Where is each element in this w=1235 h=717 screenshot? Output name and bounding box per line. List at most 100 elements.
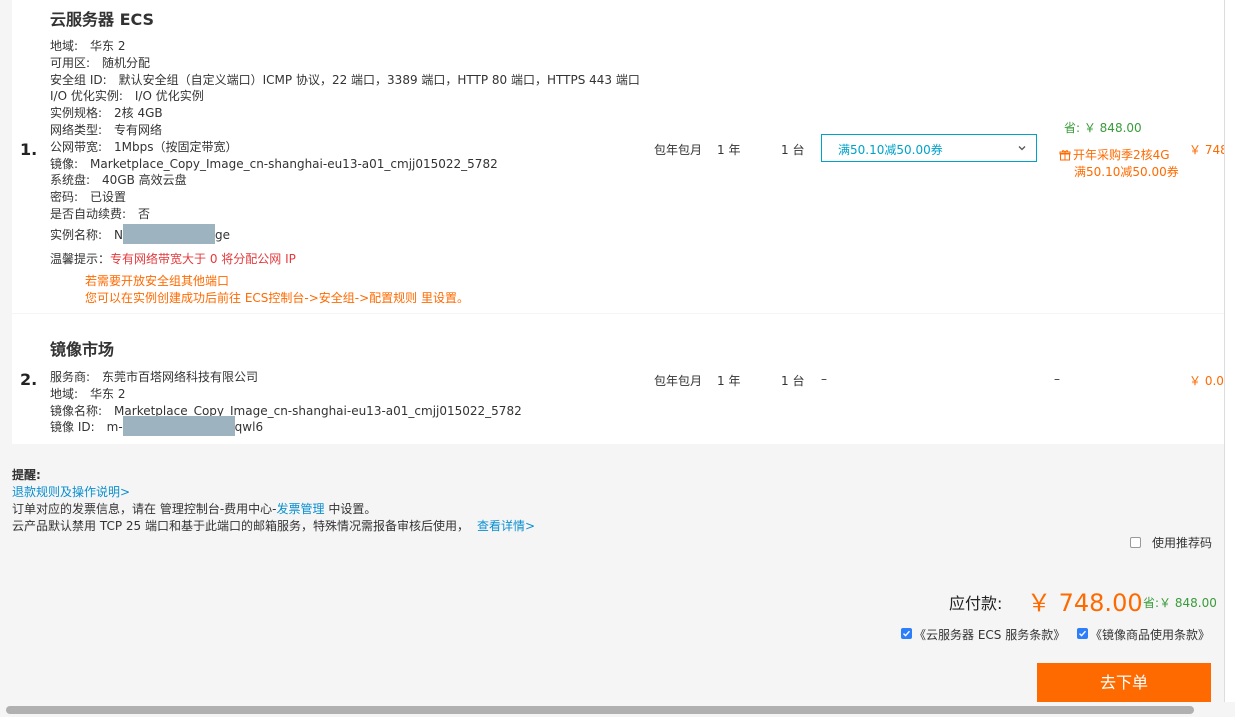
coupon-select-value: 满50.10减50.00券 (838, 143, 943, 157)
market-discount: – (1054, 372, 1060, 386)
tcp-row: 云产品默认禁用 TCP 25 端口和基于此端口的邮箱服务，特殊情况需报备审核后使… (12, 517, 535, 534)
provider-value: 东莞市百塔网络科技有限公司 (102, 370, 259, 384)
check-icon (1079, 630, 1087, 637)
market-spec-list: 服务商: 东莞市百塔网络科技有限公司 地域: 华东 2 镜像名称: Marketpla… (50, 369, 522, 437)
instance-name-label: 实例名称: (50, 228, 103, 242)
ecs-title: 云服务器 ECS (50, 10, 155, 29)
chevron-down-icon (1018, 146, 1026, 151)
invoice-row: 订单对应的发票信息，请在 管理控制台-费用中心-发票管理 中设置。 (12, 500, 376, 517)
image-id-row: 镜像 ID: m-qwl6 (50, 416, 522, 437)
ecs-quantity: 1 台 (781, 143, 805, 157)
promo-line1: 开年采购季2核4G (1059, 146, 1170, 163)
coupon-select[interactable]: 满50.10减50.00券 (821, 134, 1037, 162)
ecs-order-item: 云服务器 ECS 1. 地域: 华东 2 可用区: 随机分配安全组 ID: 默认安全组（… (12, 0, 1228, 313)
market-quantity: 1 台 (781, 374, 805, 388)
instance-name-prefix: N (114, 228, 124, 242)
market-title: 镜像市场 (50, 340, 115, 359)
spec-row: I/O 优化实例: I/O 优化实例 (50, 88, 640, 105)
ecs-terms-link[interactable]: 《云服务器 ECS 服务条款》 (914, 626, 1065, 643)
image-name-label: 镜像名称: (50, 403, 103, 418)
horizontal-scrollbar[interactable] (0, 702, 1235, 717)
instance-name-row: 实例名称: Nge (50, 224, 231, 244)
market-coupon: – (821, 372, 827, 386)
spec-value: 专有网络 (114, 122, 163, 137)
spec-row: 安全组 ID: 默认安全组（自定义端口）ICMP 协议，22 端口，3389 端口… (50, 72, 640, 89)
total-label: 应付款: (949, 594, 1003, 613)
ecs-terms-checkbox[interactable] (901, 628, 912, 639)
spec-label: 可用区: (50, 55, 91, 70)
image-name-row: 镜像名称: Marketplace_Copy_Image_cn-shanghai-… (50, 403, 522, 420)
spec-label: 安全组 ID: (50, 72, 107, 87)
ecs-spec-list: 地域: 华东 2 可用区: 随机分配安全组 ID: 默认安全组（自定义端口）ICMP 协… (50, 38, 640, 223)
provider-row: 服务商: 东莞市百塔网络科技有限公司 (50, 369, 522, 386)
gift-icon (1059, 150, 1071, 161)
market-index: 2. (20, 370, 38, 389)
spec-label: 是否自动续费: (50, 206, 127, 221)
referral-checkbox[interactable] (1130, 537, 1141, 548)
referral-label: 使用推荐码 (1152, 536, 1213, 550)
tip-text: 专有网络带宽大于 0 将分配公网 IP (110, 252, 296, 266)
region-row: 地域: 华东 2 (50, 386, 522, 403)
spec-row: 密码: 已设置 (50, 189, 640, 206)
spec-value: 随机分配 (102, 55, 151, 70)
redacted-mask (122, 416, 235, 437)
spec-value: 1Mbps（按固定带宽） (114, 139, 238, 154)
spec-value: 40GB 高效云盘 (102, 173, 187, 188)
security-note-line2: 您可以在实例创建成功后前往 ECS控制台->安全组->配置规则 里设置。 (85, 291, 469, 305)
spec-row: 是否自动续费: 否 (50, 206, 640, 223)
provider-label: 服务商: (50, 370, 91, 384)
promo-line2: 满50.10减50.00券 (1074, 165, 1179, 179)
image-id-prefix: m- (106, 420, 123, 435)
tcp-text: 云产品默认禁用 TCP 25 端口和基于此端口的邮箱服务，特殊情况需报备审核后使… (12, 519, 469, 533)
spec-row: 实例规格: 2核 4GB (50, 105, 640, 122)
spec-label: I/O 优化实例: (50, 89, 123, 104)
spec-label: 系统盘: (50, 173, 91, 188)
spec-label: 密码: (50, 190, 79, 205)
tip-row: 温馨提示：专有网络带宽大于 0 将分配公网 IP (50, 250, 296, 267)
market-duration: 1 年 (717, 374, 741, 388)
spec-row: 地域: 华东 2 (50, 38, 640, 55)
spec-value: 已设置 (90, 190, 127, 205)
invoice-text-suffix: 中设置。 (324, 502, 377, 516)
security-note-line1: 若需要开放安全组其他端口 (85, 274, 230, 288)
spec-row: 镜像: Marketplace_Copy_Image_cn-shanghai-eu… (50, 156, 640, 173)
redacted-mask (123, 224, 216, 244)
tip-label: 温馨提示： (50, 252, 111, 266)
total-save: 省:￥ 848.00 (1143, 596, 1217, 610)
market-price: ￥ 0.0 (1189, 374, 1224, 388)
promo-line1-text: 开年采购季2核4G (1073, 148, 1170, 162)
ecs-index: 1. (20, 140, 38, 159)
total-amount: ￥ 748.00 (1027, 589, 1143, 617)
invoice-text-prefix: 订单对应的发票信息，请在 管理控制台-费用中心- (12, 502, 277, 516)
instance-name-suffix: ge (215, 228, 231, 242)
ecs-duration: 1 年 (717, 143, 741, 157)
image-terms-link[interactable]: 《镜像商品使用条款》 (1090, 626, 1210, 643)
image-terms-checkbox[interactable] (1077, 628, 1088, 639)
spec-value: 华东 2 (90, 39, 126, 53)
reminder-title: 提醒: (12, 468, 41, 482)
horizontal-scrollbar-thumb[interactable] (6, 706, 1194, 714)
spec-value: 否 (138, 206, 151, 221)
spec-value: 默认安全组（自定义端口）ICMP 协议，22 端口，3389 端口，HTTP 8… (118, 72, 640, 87)
refund-rules-link[interactable]: 退款规则及操作说明> (12, 483, 130, 500)
place-order-button[interactable]: 去下单 (1037, 663, 1211, 702)
ecs-save-amount: 省: ￥ 848.00 (1064, 121, 1142, 135)
check-icon (903, 630, 911, 637)
image-id-label: 镜像 ID: (50, 420, 95, 435)
spec-row: 公网带宽: 1Mbps（按固定带宽） (50, 139, 640, 156)
spec-row: 系统盘: 40GB 高效云盘 (50, 172, 640, 189)
view-details-link[interactable]: 查看详情> (477, 519, 535, 533)
spec-label: 实例规格: (50, 106, 103, 121)
vertical-scroll-track (1224, 0, 1235, 717)
market-order-item: 镜像市场 2. 服务商: 东莞市百塔网络科技有限公司 地域: 华东 2 镜像名称: M… (12, 314, 1224, 444)
region-value: 华东 2 (90, 386, 126, 401)
spec-row: 网络类型: 专有网络 (50, 122, 640, 139)
image-id-suffix: qwl6 (234, 420, 264, 435)
region-label: 地域: (50, 386, 79, 401)
invoice-management-link[interactable]: 发票管理 (276, 502, 324, 516)
market-billing: 包年包月 (654, 374, 703, 388)
spec-label: 网络类型: (50, 122, 103, 137)
spec-label: 镜像: (50, 156, 79, 171)
ecs-price: ￥ 748 (1189, 143, 1228, 157)
spec-label: 公网带宽: (50, 139, 103, 154)
